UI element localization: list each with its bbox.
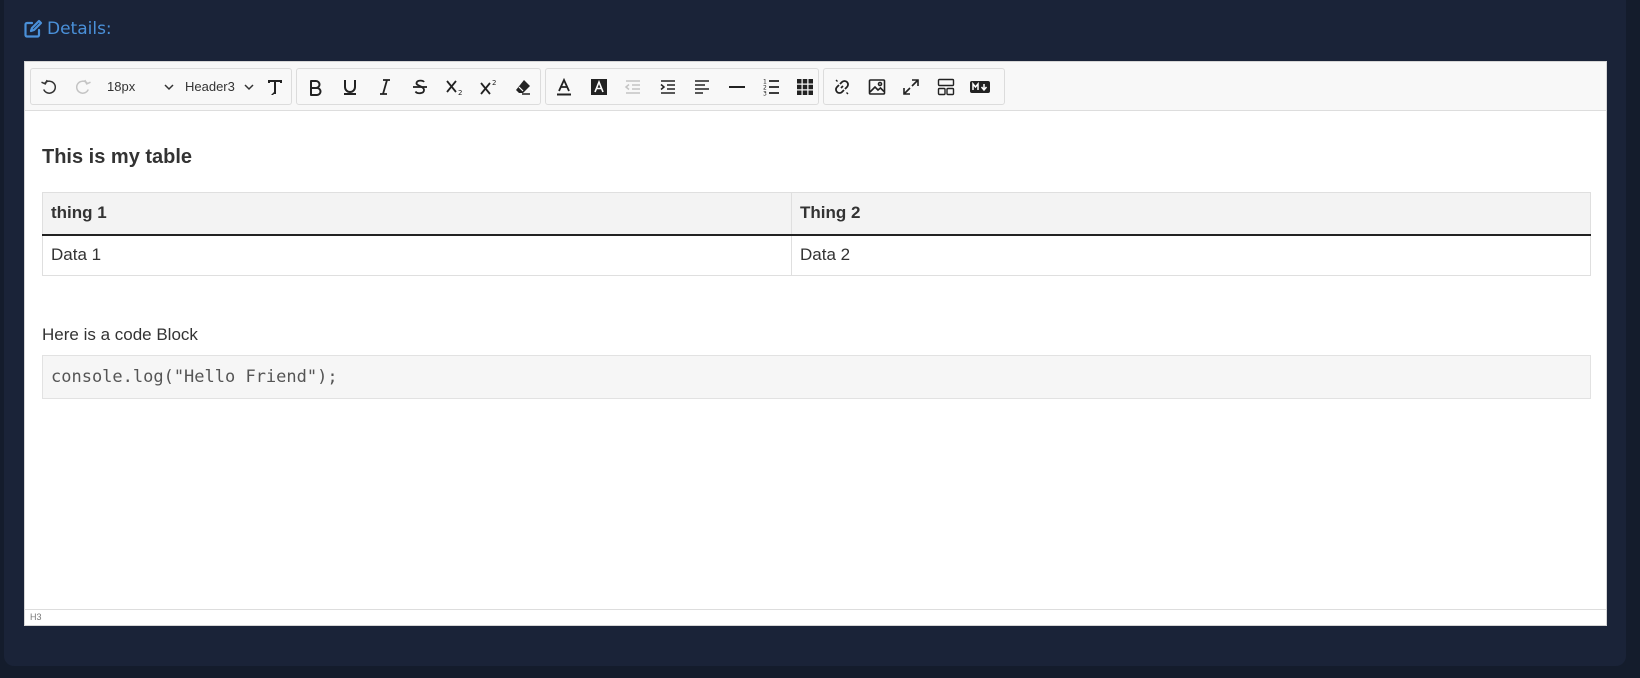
toolbar-group-history-format: 18px Header3: [30, 68, 292, 105]
background-color-button[interactable]: [581, 69, 617, 104]
editor-toolbar: 18px Header3 2 2 1 2 3: [25, 62, 1606, 111]
rich-text-editor: 18px Header3 2 2 1 2 3 This is my table …: [24, 61, 1607, 626]
svg-text:2: 2: [458, 89, 462, 96]
ordered-list-icon: 1 2 3: [763, 78, 779, 96]
eraser-button[interactable]: [505, 69, 541, 104]
table-cell[interactable]: Data 1: [42, 234, 792, 276]
details-panel: Details: 18px Header3 2 2 1 2 3 This is …: [4, 0, 1626, 666]
eraser-icon: [516, 79, 530, 95]
redo-icon: [75, 79, 91, 94]
content-paragraph: Here is a code Block: [42, 325, 198, 344]
table-button[interactable]: [787, 69, 823, 104]
markdown-button[interactable]: [962, 69, 998, 104]
toolbar-group-text-style: 2 2: [296, 68, 541, 105]
background-color-icon: [591, 78, 607, 95]
bold-button[interactable]: [297, 69, 333, 104]
undo-button[interactable]: [31, 69, 67, 104]
chevron-down-icon: [164, 84, 174, 91]
indent-icon: [660, 79, 675, 94]
table-row: Data 1 Data 2: [42, 234, 1591, 276]
svg-text:2: 2: [492, 79, 496, 87]
indent-button[interactable]: [650, 69, 686, 104]
strikethrough-icon: [413, 79, 427, 94]
align-left-icon: [695, 79, 709, 94]
strikethrough-button[interactable]: [402, 69, 438, 104]
redo-button[interactable]: [65, 69, 101, 104]
svg-text:3: 3: [763, 90, 767, 96]
italic-icon: [380, 78, 390, 95]
link-button[interactable]: [824, 69, 860, 104]
table-header-cell[interactable]: thing 1: [42, 192, 792, 236]
split-view-button[interactable]: [928, 69, 964, 104]
code-text: console.log("Hello Friend");: [51, 367, 338, 387]
outdent-button[interactable]: [615, 69, 651, 104]
element-path-statusbar: H3: [25, 609, 1606, 625]
clear-format-icon: [268, 79, 282, 95]
element-path: H3: [30, 612, 42, 622]
font-size-select[interactable]: 18px: [107, 69, 175, 104]
table-header-row: thing 1 Thing 2: [42, 192, 1591, 236]
bold-icon: [310, 79, 322, 96]
image-button[interactable]: [859, 69, 895, 104]
horizontal-rule-icon: [729, 85, 745, 88]
underline-button[interactable]: [332, 69, 368, 104]
fullscreen-button[interactable]: [893, 69, 929, 104]
markdown-icon: [970, 80, 990, 93]
editor-content[interactable]: This is my table thing 1 Thing 2 Data 1 …: [25, 111, 1606, 605]
edit-icon: [23, 19, 43, 39]
superscript-icon: 2: [480, 79, 496, 95]
content-table: thing 1 Thing 2 Data 1 Data 2: [42, 192, 1591, 276]
font-size-value: 18px: [107, 79, 136, 94]
link-icon: [835, 79, 849, 94]
subscript-icon: 2: [446, 79, 462, 96]
content-heading: This is my table: [42, 146, 193, 168]
block-format-select[interactable]: Header3: [185, 69, 255, 104]
panel-title: Details:: [23, 16, 112, 42]
image-icon: [868, 78, 886, 95]
ordered-list-button[interactable]: 1 2 3: [753, 69, 789, 104]
table-icon: [797, 78, 813, 95]
align-button[interactable]: [684, 69, 720, 104]
superscript-button[interactable]: 2: [471, 69, 507, 104]
clear-format-button[interactable]: [257, 69, 293, 104]
font-color-button[interactable]: [546, 69, 582, 104]
chevron-down-icon: [244, 84, 254, 91]
italic-button[interactable]: [367, 69, 403, 104]
subscript-button[interactable]: 2: [437, 69, 473, 104]
undo-icon: [41, 79, 57, 94]
outdent-icon: [624, 79, 640, 94]
font-color-icon: [557, 77, 571, 95]
table-cell[interactable]: Data 2: [791, 234, 1591, 276]
horizontal-rule-button[interactable]: [719, 69, 755, 104]
fullscreen-icon: [903, 78, 919, 95]
code-block[interactable]: console.log("Hello Friend");: [42, 355, 1591, 399]
panel-title-label: Details:: [47, 19, 112, 39]
table-header-cell[interactable]: Thing 2: [791, 192, 1591, 236]
underline-icon: [344, 79, 356, 95]
toolbar-group-paragraph: 1 2 3: [545, 68, 819, 105]
block-format-value: Header3: [185, 79, 235, 94]
split-view-icon: [937, 78, 955, 95]
toolbar-group-insert-view: [823, 68, 1005, 105]
